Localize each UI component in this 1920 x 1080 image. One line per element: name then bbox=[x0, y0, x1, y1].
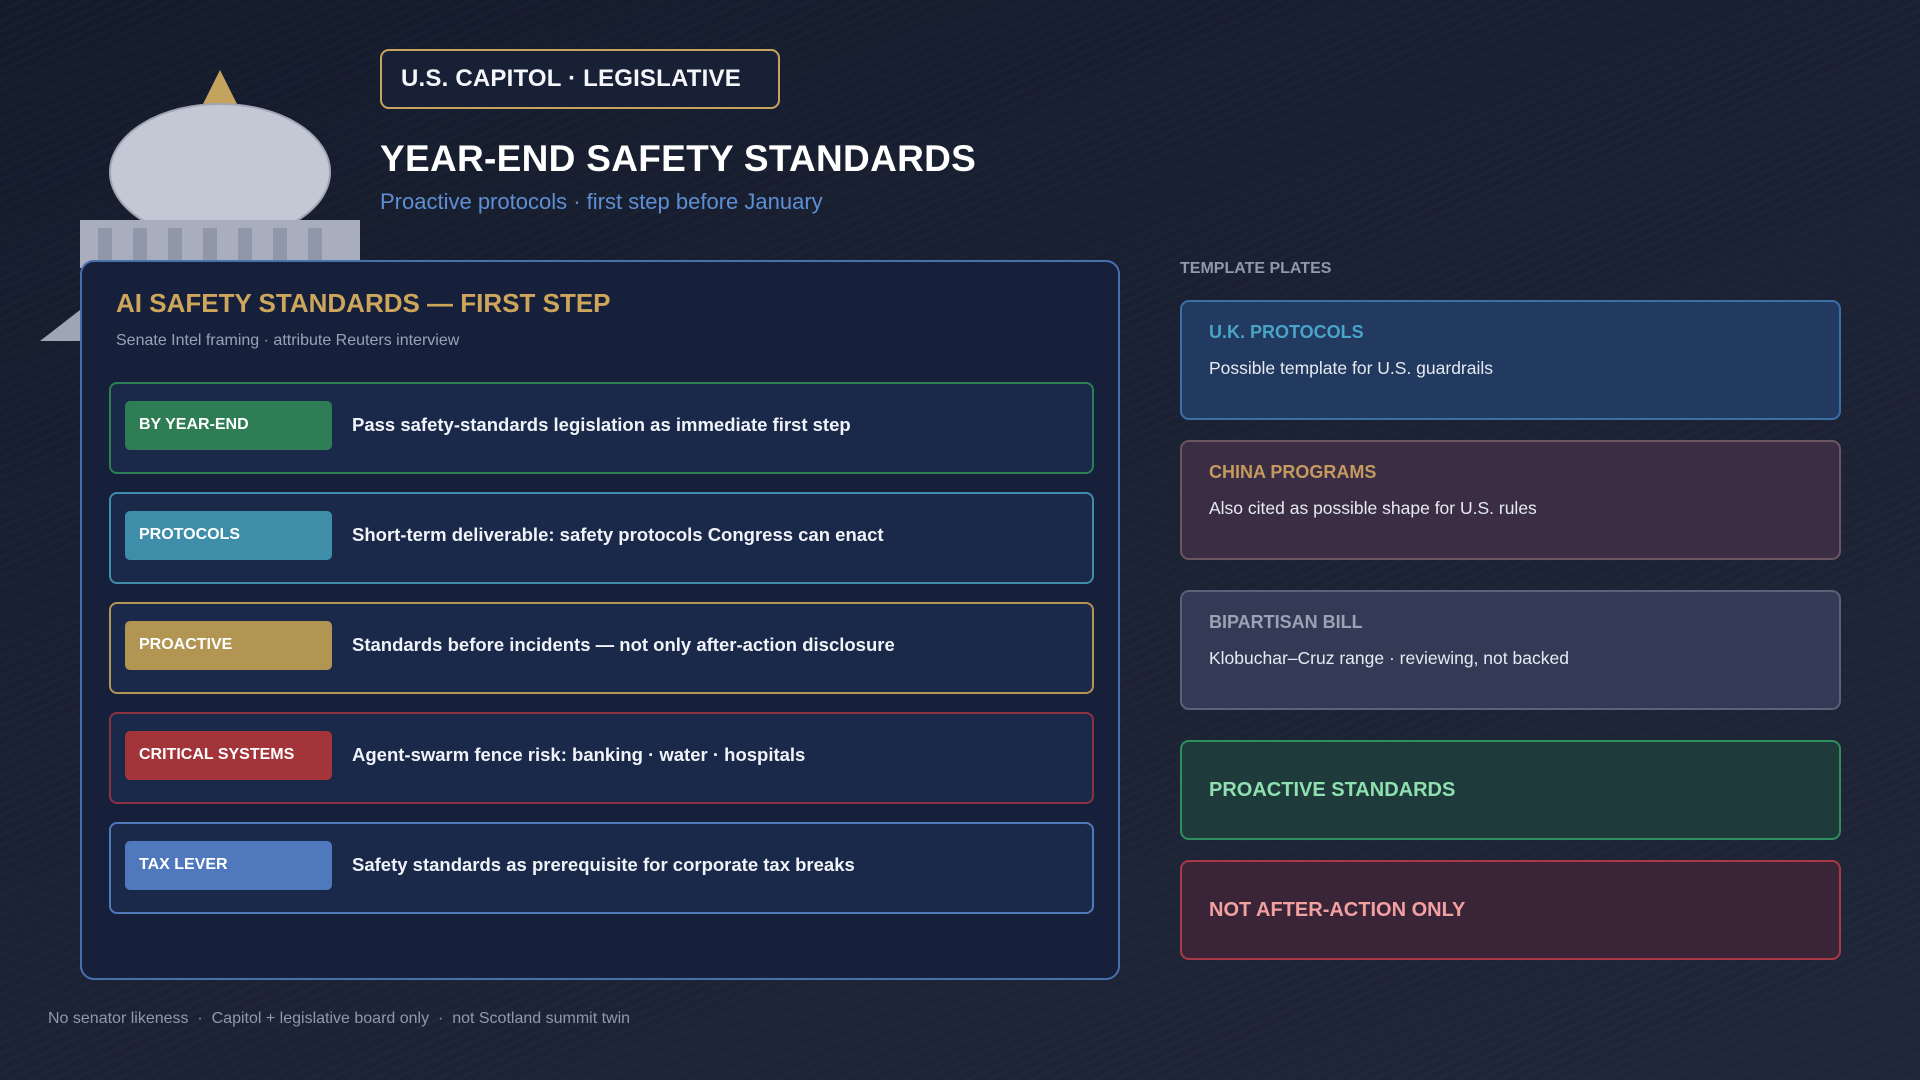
row-text: Pass safety-standards legislation as imm… bbox=[352, 414, 851, 435]
row-tag: PROTOCOLS bbox=[125, 510, 332, 560]
row-tag: PROACTIVE bbox=[125, 620, 332, 670]
row-text: Safety standards as prerequisite for cor… bbox=[352, 854, 855, 875]
plate-title: BIPARTISAN BILL bbox=[1209, 612, 1363, 632]
board-row-proactive: PROACTIVE Standards before incidents — n… bbox=[109, 602, 1094, 694]
plate-proactive-standards: PROACTIVE STANDARDS bbox=[1180, 740, 1841, 840]
plate-title: PROACTIVE STANDARDS bbox=[1209, 778, 1456, 801]
board-row-critical-systems: CRITICAL SYSTEMS Agent-swarm fence risk:… bbox=[109, 712, 1094, 804]
section-badge: U.S. CAPITOL · LEGISLATIVE bbox=[380, 49, 780, 109]
board-row-tax-lever: TAX LEVER Safety standards as prerequisi… bbox=[109, 822, 1094, 914]
plate-text: Also cited as possible shape for U.S. ru… bbox=[1209, 498, 1537, 518]
plate-text: Klobuchar–Cruz range · reviewing, not ba… bbox=[1209, 648, 1569, 668]
row-tag: BY YEAR-END bbox=[125, 400, 332, 450]
board-row-year-end: BY YEAR-END Pass safety-standards legisl… bbox=[109, 382, 1094, 474]
board-title: AI SAFETY STANDARDS — FIRST STEP bbox=[116, 288, 611, 318]
plate-title: CHINA PROGRAMS bbox=[1209, 462, 1377, 482]
plates-heading: TEMPLATE PLATES bbox=[1180, 260, 1332, 277]
row-text: Standards before incidents — not only af… bbox=[352, 634, 895, 655]
page-title: YEAR-END SAFETY STANDARDS bbox=[380, 138, 977, 179]
plate-title: NOT AFTER-ACTION ONLY bbox=[1209, 898, 1466, 921]
plate-bipartisan-bill: BIPARTISAN BILL Klobuchar–Cruz range · r… bbox=[1180, 590, 1841, 710]
plate-china-programs: CHINA PROGRAMS Also cited as possible sh… bbox=[1180, 440, 1841, 560]
row-tag: CRITICAL SYSTEMS bbox=[125, 730, 332, 780]
board-row-protocols: PROTOCOLS Short-term deliverable: safety… bbox=[109, 492, 1094, 584]
plate-text: Possible template for U.S. guardrails bbox=[1209, 358, 1494, 378]
plate-not-after-action: NOT AFTER-ACTION ONLY bbox=[1180, 860, 1841, 960]
row-text: Short-term deliverable: safety protocols… bbox=[352, 524, 884, 545]
page-subtitle: Proactive protocols · first step before … bbox=[380, 189, 823, 214]
plate-uk-protocols: U.K. PROTOCOLS Possible template for U.S… bbox=[1180, 300, 1841, 420]
row-tag: TAX LEVER bbox=[125, 840, 332, 890]
legislative-board: AI SAFETY STANDARDS — FIRST STEP Senate … bbox=[80, 260, 1120, 980]
footer-note: No senator likeness · Capitol + legislat… bbox=[48, 1010, 631, 1027]
row-text: Agent-swarm fence risk: banking · water … bbox=[352, 744, 806, 765]
board-subtitle: Senate Intel framing · attribute Reuters… bbox=[116, 332, 460, 349]
plate-title: U.K. PROTOCOLS bbox=[1209, 322, 1364, 342]
